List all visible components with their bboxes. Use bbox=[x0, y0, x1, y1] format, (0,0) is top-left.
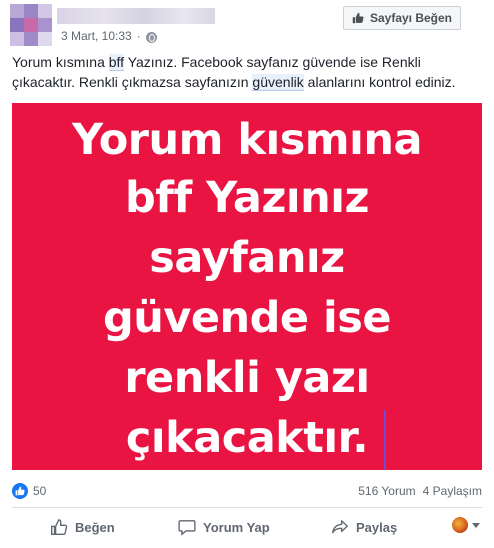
like-reaction-icon[interactable] bbox=[12, 483, 28, 499]
like-page-button[interactable]: Sayfayı Beğen bbox=[343, 6, 461, 30]
page-name-blurred[interactable] bbox=[57, 8, 215, 24]
like-button[interactable]: Beğen bbox=[50, 512, 115, 542]
share-count[interactable]: 4 Paylaşım bbox=[423, 484, 482, 498]
globe-icon[interactable] bbox=[145, 31, 157, 43]
text-cursor bbox=[384, 410, 386, 470]
highlight-guvenlik: güvenlik bbox=[252, 74, 304, 91]
post-date[interactable]: 3 Mart, 10:33 bbox=[61, 29, 132, 43]
comment-label: Yorum Yap bbox=[203, 519, 270, 535]
image-text-line-1: Yorum kısmına bbox=[72, 115, 422, 165]
like-label: Beğen bbox=[75, 519, 115, 535]
thumbs-up-icon bbox=[352, 12, 364, 24]
share-label: Paylaş bbox=[356, 519, 398, 535]
post-meta: 3 Mart, 10:33 · bbox=[61, 29, 157, 43]
speech-bubble-icon bbox=[178, 520, 196, 536]
post-text-part-5: alanlarını kontrol ediniz. bbox=[303, 74, 456, 90]
divider bbox=[12, 507, 482, 508]
image-text-line-3: sayfanız bbox=[149, 233, 345, 283]
thumbs-up-icon bbox=[15, 486, 25, 496]
profile-avatar bbox=[452, 517, 468, 533]
image-text-line-2: bff Yazınız bbox=[124, 173, 370, 223]
post-image[interactable]: Yorum kısmına bff Yazınız sayfanız güven… bbox=[12, 103, 482, 470]
image-text-line-6: çıkacaktır. bbox=[125, 413, 369, 463]
meta-separator: · bbox=[136, 29, 141, 43]
profile-selector[interactable] bbox=[452, 517, 480, 533]
image-text-line-5: renkli yazı bbox=[124, 353, 370, 403]
share-button[interactable]: Paylaş bbox=[331, 512, 397, 542]
page-avatar[interactable] bbox=[10, 4, 52, 46]
post-text: Yorum kısmına bff Yazınız. Facebook sayf… bbox=[12, 52, 482, 92]
post-text-part-1: Yorum kısmına bbox=[12, 54, 109, 70]
image-text-line-4: güvende ise bbox=[102, 293, 392, 343]
comment-count[interactable]: 516 Yorum bbox=[358, 484, 415, 498]
post-stats: 50 516 Yorum 4 Paylaşım bbox=[12, 482, 482, 500]
chevron-down-icon bbox=[472, 522, 480, 528]
action-bar: Beğen Yorum Yap Paylaş bbox=[12, 512, 482, 542]
highlight-bff: bff bbox=[108, 54, 125, 71]
thumbs-up-icon bbox=[51, 519, 68, 535]
share-arrow-icon bbox=[332, 520, 348, 534]
comment-button[interactable]: Yorum Yap bbox=[178, 512, 270, 542]
like-count[interactable]: 50 bbox=[33, 484, 46, 498]
like-page-label: Sayfayı Beğen bbox=[369, 11, 453, 25]
facebook-post: 3 Mart, 10:33 · Sayfayı Beğen Yorum kısm… bbox=[0, 0, 494, 548]
